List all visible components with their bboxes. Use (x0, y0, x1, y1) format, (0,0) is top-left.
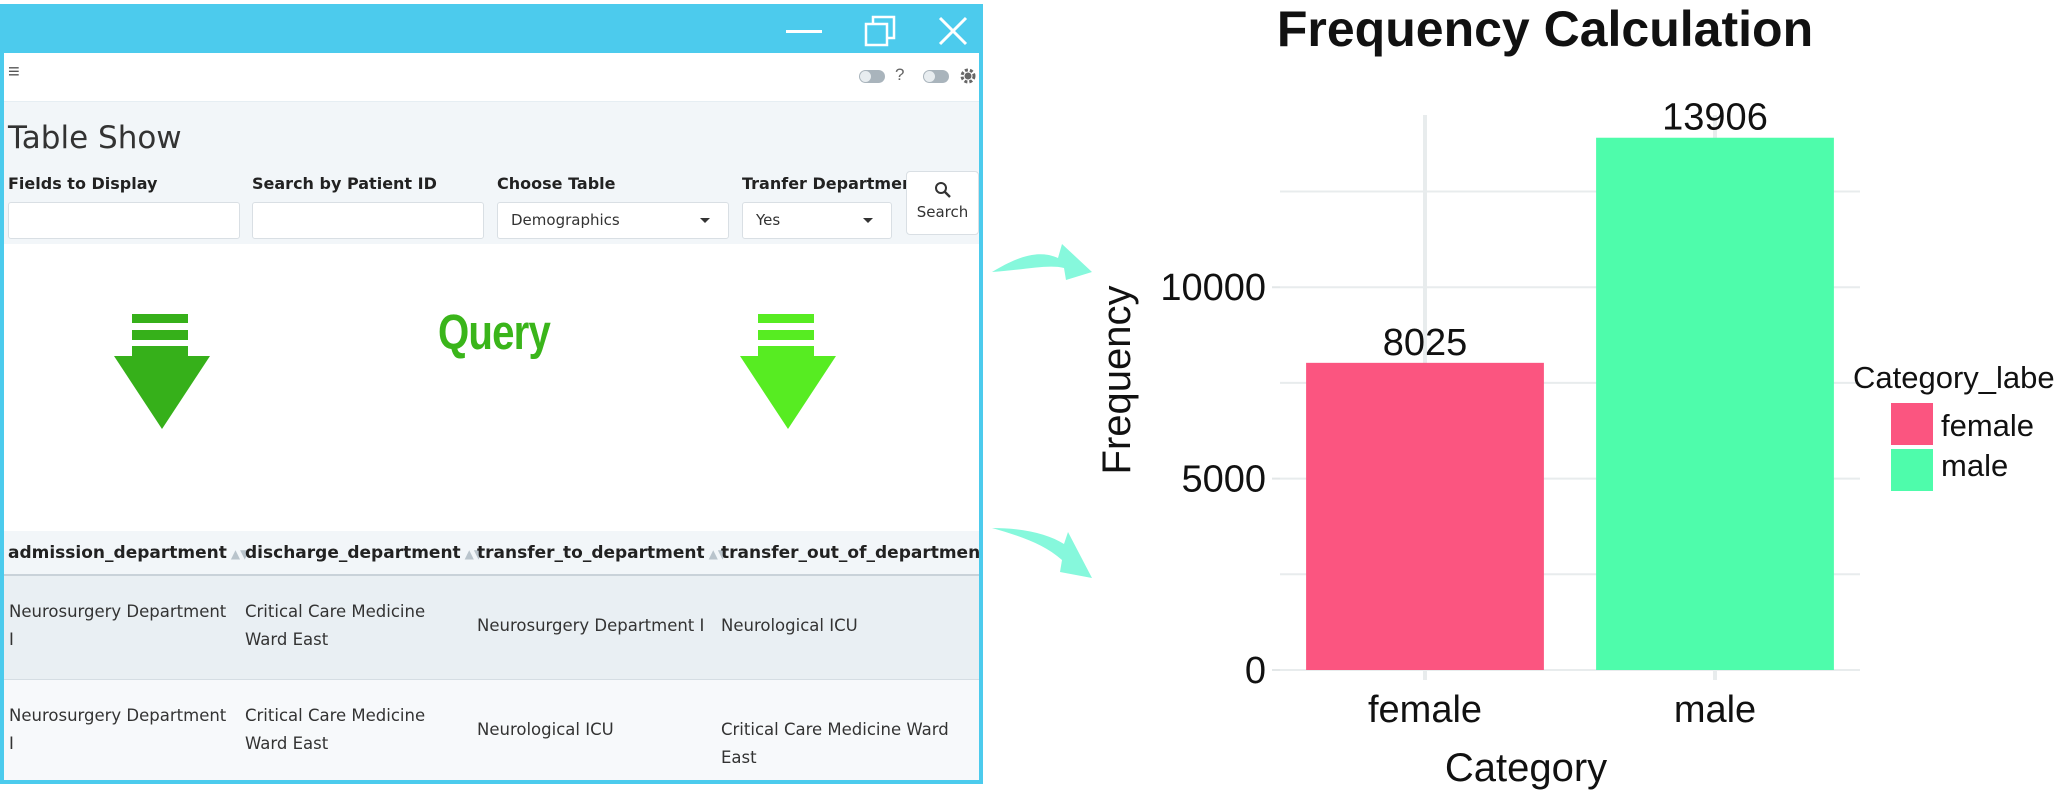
down-arrow-icon (740, 314, 836, 429)
fields-input[interactable] (8, 202, 240, 239)
legend-title: Category_labels (1853, 360, 2055, 395)
down-arrow-icon (114, 314, 210, 429)
column-header[interactable]: transfer_out_of_department▲▼ (721, 543, 979, 563)
legend-label: female (1941, 408, 2034, 443)
transfer-department-select[interactable]: Yes (742, 202, 892, 239)
table-cell: Neurosurgery Department I (9, 602, 227, 649)
page-title: Table Show (8, 120, 182, 156)
data-label: 8025 (1383, 322, 1468, 364)
fields-label: Fields to Display (8, 174, 158, 193)
column-header[interactable]: discharge_department ▲▼ (245, 543, 483, 563)
table-cell: Neurosurgery Department I (9, 706, 227, 753)
x-axis-label: Category (1445, 746, 1607, 790)
curved-arrow-icon (992, 528, 1092, 578)
table-cell: Neurological ICU (477, 720, 614, 739)
x-ticks: female male (1368, 689, 1756, 731)
legend-label: male (1941, 448, 2008, 483)
table-cell: Critical Care Medicine Ward East (245, 602, 426, 649)
y-ticks: 0 5000 10000 (1160, 267, 1266, 692)
table-cell: Neurosurgery Department I (477, 616, 705, 635)
table-cell: Critical Care Medicine Ward East (721, 720, 949, 767)
legend-swatch (1891, 403, 1933, 445)
y-tick-label: 10000 (1160, 267, 1266, 309)
restore-icon (864, 15, 896, 46)
gear-icon[interactable] (959, 67, 977, 85)
patient-id-input[interactable] (252, 202, 484, 239)
query-label: Query (438, 306, 551, 360)
hamburger-menu-icon[interactable]: ≡ (8, 61, 20, 84)
x-tick-label: female (1368, 689, 1482, 731)
bar-male (1596, 137, 1834, 671)
table-cell: Critical Care Medicine Ward East (245, 706, 426, 753)
table-cell: Neurological ICU (721, 616, 858, 635)
y-axis-label: Frequency (1095, 286, 1139, 475)
app-toolbar: ≡ ? (4, 53, 979, 102)
help-icon[interactable]: ? (895, 65, 904, 85)
table-header: admission_department ▲▼ discharge_departm… (4, 531, 979, 576)
y-tick-label: 5000 (1181, 459, 1266, 501)
transfer-department-value: Yes (756, 211, 781, 229)
close-icon (938, 16, 968, 45)
column-header[interactable]: transfer_to_department ▲▼ (477, 543, 727, 563)
close-button[interactable] (925, 8, 979, 53)
choose-table-select[interactable]: Demographics (497, 202, 729, 239)
data-label: 13906 (1662, 97, 1768, 139)
patient-id-label: Search by Patient ID (252, 174, 437, 193)
search-button[interactable]: Search (906, 171, 979, 235)
bar-female (1306, 362, 1544, 670)
choose-table-value: Demographics (511, 211, 620, 229)
settings-toggle[interactable] (923, 70, 949, 83)
chart-title: Frequency Calculation (1277, 1, 1813, 57)
transfer-department-label: Tranfer Department (742, 174, 921, 193)
search-icon (934, 182, 951, 198)
choose-table-label: Choose Table (497, 174, 616, 193)
restore-button[interactable] (852, 8, 908, 53)
filter-panel: Table Show Fields to Display Search by P… (4, 102, 979, 244)
search-label: Search (916, 203, 969, 221)
frequency-chart: Frequency Calculation 0 5000 10000 8025 139… (1090, 0, 2055, 797)
chart-svg: Frequency Calculation 0 5000 10000 8025 139… (1095, 1, 2055, 790)
column-header[interactable]: admission_department ▲▼ (8, 543, 249, 563)
minimize-button[interactable] (776, 8, 832, 53)
theme-toggle[interactable] (859, 70, 885, 83)
title-bar (4, 8, 979, 53)
minimize-icon (786, 29, 822, 33)
legend: Category_labelsfemale male (1853, 360, 2055, 491)
y-tick-label: 0 (1245, 650, 1266, 692)
legend-swatch (1891, 449, 1933, 491)
chevron-down-icon (700, 218, 710, 223)
table-row[interactable]: Neurosurgery Department I Critical Care … (4, 576, 979, 680)
table-row[interactable]: Neurosurgery Department I Critical Care … (4, 680, 979, 780)
curved-arrow-icon (992, 244, 1092, 280)
chevron-down-icon (863, 218, 873, 223)
x-tick-label: male (1674, 689, 1756, 731)
